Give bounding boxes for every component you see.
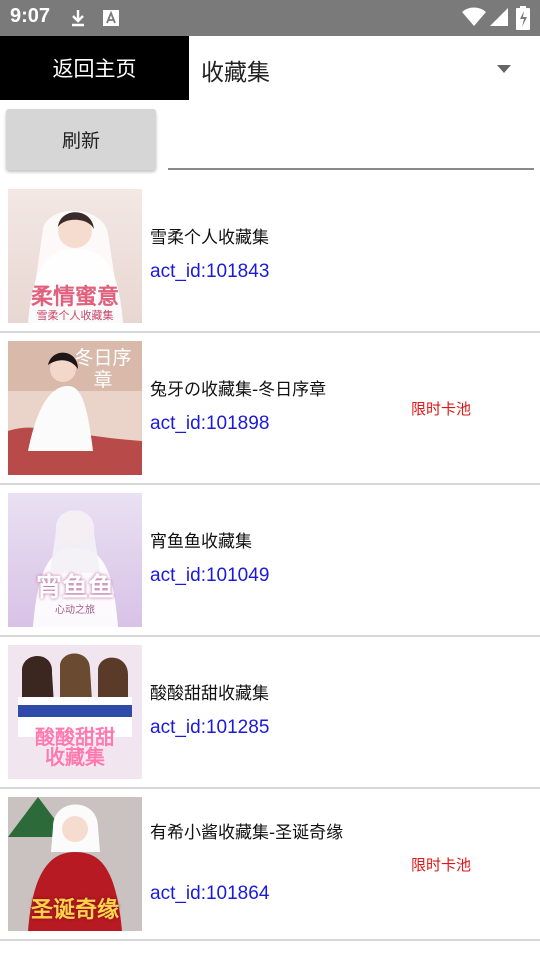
row-divider: [0, 939, 540, 941]
list-item[interactable]: 冬日序章 兔牙の收藏集-冬日序章 act_id:101898 限时卡池: [0, 335, 540, 485]
item-badge: 限时卡池: [411, 856, 472, 874]
battery-charging-icon: [516, 6, 530, 30]
thumbnail-image: 圣诞奇缘: [8, 797, 142, 931]
download-icon: [72, 10, 84, 27]
item-title: 酸酸甜甜收藏集: [150, 684, 269, 704]
item-act-id: act_id:101898: [150, 413, 270, 434]
wifi-icon: [462, 7, 486, 26]
row-divider: [0, 635, 540, 637]
status-time: 9:07: [10, 5, 51, 27]
item-title: 兔牙の收藏集-冬日序章: [150, 380, 327, 400]
thumbnail-image: 冬日序章: [8, 341, 142, 475]
item-act-id: act_id:101049: [150, 565, 270, 586]
item-act-id: act_id:101864: [150, 883, 270, 904]
item-title: 有希小酱收藏集-圣诞奇缘: [150, 823, 344, 843]
status-bar: 9:07: [0, 0, 540, 36]
app-notification-icon: [103, 10, 119, 26]
row-divider: [0, 787, 540, 789]
search-input[interactable]: [168, 120, 534, 170]
thumbnail-subtitle: 收藏集: [45, 745, 105, 769]
thumbnail-image: 酸酸甜甜 收藏集: [8, 645, 142, 779]
thumbnail-title: 宵鱼鱼: [35, 573, 114, 603]
thumbnail-subtitle: 雪柔个人收藏集: [36, 309, 114, 322]
back-home-button[interactable]: 返回主页: [0, 36, 189, 100]
thumbnail-image: 柔情蜜意 雪柔个人收藏集: [8, 189, 142, 323]
item-act-id: act_id:101843: [150, 261, 270, 282]
collection-dropdown[interactable]: 收藏集: [189, 36, 540, 100]
refresh-button[interactable]: 刷新: [6, 109, 156, 170]
list-item[interactable]: 圣诞奇缘 有希小酱收藏集-圣诞奇缘 act_id:101864 限时卡池: [0, 791, 540, 941]
row-divider: [0, 331, 540, 333]
thumbnail-title: 冬日序章: [74, 347, 132, 391]
item-badge: 限时卡池: [411, 400, 472, 418]
thumbnail-subtitle: 心动之旅: [55, 605, 95, 616]
signal-icon: [490, 8, 508, 26]
thumbnail-image: 宵鱼鱼 心动之旅: [8, 493, 142, 627]
dropdown-arrow-icon: [497, 65, 511, 73]
list-item[interactable]: 酸酸甜甜 收藏集 酸酸甜甜收藏集 act_id:101285: [0, 639, 540, 789]
thumbnail-title: 圣诞奇缘: [30, 897, 119, 923]
item-act-id: act_id:101285: [150, 717, 270, 738]
list-item[interactable]: 宵鱼鱼 心动之旅 宵鱼鱼收藏集 act_id:101049: [0, 487, 540, 637]
row-divider: [0, 483, 540, 485]
list-item[interactable]: 柔情蜜意 雪柔个人收藏集 雪柔个人收藏集 act_id:101843: [0, 183, 540, 333]
item-title: 雪柔个人收藏集: [150, 228, 269, 248]
dropdown-selected-value: 收藏集: [201, 60, 270, 86]
item-title: 宵鱼鱼收藏集: [150, 532, 252, 552]
